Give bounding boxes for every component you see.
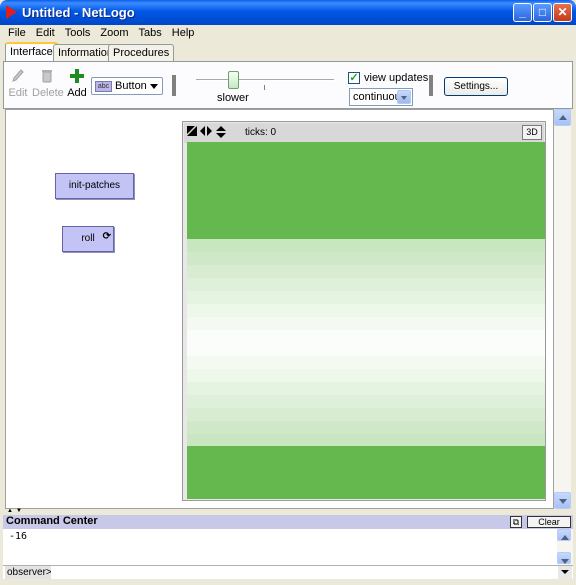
close-button[interactable]: ✕ (553, 3, 572, 22)
ticks-counter: ticks: 0 (245, 127, 277, 138)
patch-band (187, 446, 545, 499)
window-title: Untitled - NetLogo (22, 5, 135, 20)
patch-band (187, 434, 545, 446)
patch-band (187, 317, 545, 330)
delete-tool[interactable]: Delete (32, 69, 64, 99)
tab-interface[interactable]: Interface (5, 42, 58, 61)
menu-file[interactable]: File (3, 25, 31, 39)
view-updates-label: view updates (364, 72, 429, 84)
patch-band (187, 343, 545, 356)
delete-label: Delete (32, 87, 64, 99)
resize-icon[interactable] (187, 126, 197, 139)
vertical-arrows-icon[interactable] (216, 126, 226, 141)
patch-band (187, 278, 545, 291)
scroll-down-button[interactable] (557, 552, 571, 564)
speed-slider-thumb[interactable] (228, 71, 240, 89)
speed-label: slower (217, 92, 249, 104)
menu-edit[interactable]: Edit (31, 25, 60, 39)
add-label: Add (67, 87, 87, 99)
tab-procedures[interactable]: Procedures (108, 44, 175, 61)
clear-button[interactable]: Clear (527, 516, 571, 528)
widget-type-value: Button (115, 80, 147, 92)
world-view[interactable]: ticks: 0 3D (182, 121, 546, 501)
widget-type-select[interactable]: abc Button (91, 77, 163, 95)
scroll-up-button[interactable] (554, 109, 571, 126)
patch-band (187, 369, 545, 382)
command-center-title: Command Center (6, 515, 98, 527)
command-output-scrollbar[interactable] (557, 529, 573, 565)
patch-band (187, 304, 545, 317)
command-input[interactable] (51, 566, 556, 579)
detach-window-icon[interactable]: ⧉ (510, 516, 522, 528)
toolbar-divider (429, 75, 433, 96)
roll-label: roll (81, 233, 95, 244)
menu-tabs[interactable]: Tabs (134, 25, 167, 39)
patch-band (187, 142, 545, 239)
command-output[interactable]: -16 (3, 529, 557, 565)
maximize-button[interactable]: □ (533, 3, 552, 22)
add-tool[interactable]: Add (66, 69, 88, 99)
button-widget-icon: abc (95, 81, 112, 92)
splitter-down-icon[interactable]: ▼ (16, 508, 22, 514)
patch-band (187, 239, 545, 252)
command-center-header: Command Center ⧉ Clear (3, 515, 573, 529)
view-updates-checkbox[interactable]: ✓ (348, 72, 360, 84)
settings-button[interactable]: Settings... (444, 77, 508, 96)
speed-slider-track[interactable] (196, 79, 334, 81)
scroll-up-button[interactable] (557, 529, 571, 541)
view-header: ticks: 0 3D (184, 123, 544, 143)
interface-toolbar: Edit Delete Add abc Button slower ✓ view… (3, 61, 573, 109)
patch-band (187, 291, 545, 304)
menu-zoom[interactable]: Zoom (95, 25, 133, 39)
pencil-icon (12, 69, 24, 82)
update-mode-select[interactable]: continuous (349, 88, 413, 106)
tab-bar: Interface Information Procedures (3, 42, 573, 61)
minimize-button[interactable]: _ (513, 3, 532, 22)
menu-help[interactable]: Help (167, 25, 200, 39)
edit-label: Edit (8, 87, 28, 99)
chevron-down-icon (150, 84, 158, 89)
roll-button[interactable]: roll ⟳ (62, 226, 114, 252)
patch-band (187, 356, 545, 369)
patch-band (187, 408, 545, 421)
init-patches-button[interactable]: init-patches (55, 173, 134, 199)
output-line: -16 (9, 531, 28, 542)
dropdown-arrow-icon[interactable] (397, 90, 411, 104)
forever-icon: ⟳ (102, 231, 111, 242)
splitter-up-icon[interactable]: ▲ (7, 508, 13, 514)
scroll-down-button[interactable] (554, 492, 571, 509)
netlogo-app-icon[interactable] (6, 5, 17, 19)
toolbar-divider (172, 75, 176, 96)
interface-panel[interactable]: init-patches roll ⟳ ticks: 0 3D (5, 109, 554, 509)
patch-band (187, 421, 545, 434)
title-bar[interactable]: Untitled - NetLogo _ □ ✕ (0, 0, 576, 25)
command-input-row: observer> (3, 565, 573, 579)
speed-slider-tick (264, 85, 265, 90)
init-patches-label: init-patches (68, 180, 121, 191)
patch-band (187, 382, 545, 395)
agent-prompt-selector[interactable]: observer> (5, 566, 55, 579)
patch-band (187, 252, 545, 265)
menu-bar: File Edit Tools Zoom Tabs Help (3, 25, 573, 42)
history-dropdown-icon[interactable] (558, 566, 572, 579)
patch-band (187, 265, 545, 278)
menu-tools[interactable]: Tools (60, 25, 96, 39)
patch-band (187, 330, 545, 343)
horizontal-arrows-icon[interactable] (200, 126, 212, 139)
patch-world[interactable] (187, 142, 545, 499)
edit-tool[interactable]: Edit (8, 69, 28, 99)
interface-vertical-scrollbar[interactable] (554, 109, 571, 509)
plus-icon (70, 69, 84, 83)
trash-icon (42, 70, 52, 83)
3d-view-button[interactable]: 3D (522, 125, 542, 140)
patch-band (187, 395, 545, 408)
